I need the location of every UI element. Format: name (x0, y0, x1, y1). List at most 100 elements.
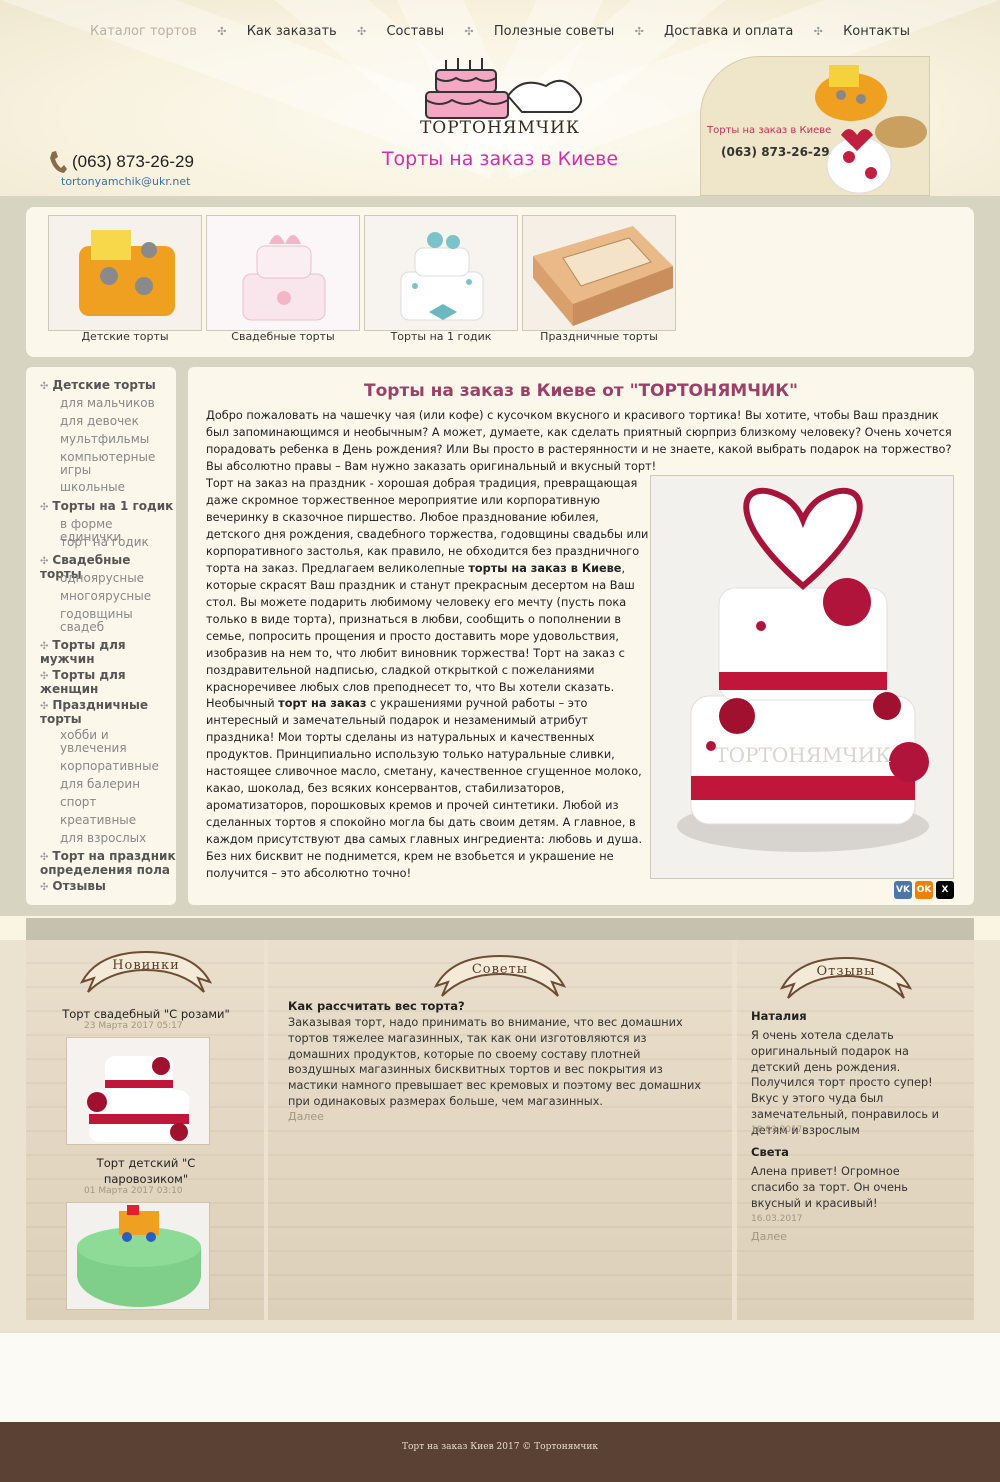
nav-catalog[interactable]: Каталог тортов (90, 24, 197, 39)
nav-how-to-order[interactable]: Как заказать (247, 24, 337, 39)
news-item-title[interactable]: Торт свадебный "С розами" (48, 1006, 244, 1022)
news-item-date: 23 Марта 2017 05:17 (84, 1021, 183, 1031)
news-item-title[interactable]: Торт детский "С паровозиком" (76, 1155, 216, 1187)
sidebar-subitem[interactable]: спорт (60, 796, 96, 809)
header-phone: (063) 873-26-29 (48, 150, 194, 174)
nav-tips[interactable]: Полезные советы (494, 24, 614, 39)
banner-phone: (063) 873-26-29 (721, 145, 830, 159)
category-thumbnails: Детские торты Свадебные торты Торты на 1… (26, 207, 974, 357)
first-birthday-cake-image (365, 216, 517, 330)
logo-text: ТОРТОНЯМЧИК (419, 118, 581, 138)
wedding-cake-image (207, 216, 359, 330)
sidebar: ✣ Детские торты для мальчиков для девочек… (26, 367, 176, 905)
watermark-text: ТОРТОНЯМЧИК (715, 743, 891, 767)
nav-ingredients[interactable]: Составы (386, 24, 444, 39)
paragraph-tradition: Торт на заказ на праздник - хорошая добр… (206, 477, 649, 694)
thumb-caption[interactable]: Праздничные торты (522, 330, 676, 343)
nav-separator-icon: ✣ (634, 24, 644, 38)
sidebar-subitem[interactable]: школьные (60, 481, 125, 494)
plus-icon: ✣ (40, 671, 49, 682)
thumb-caption[interactable]: Детские торты (48, 330, 202, 343)
sidebar-subitem[interactable]: креативные (60, 814, 136, 827)
site-tagline: Торты на заказ в Киеве (381, 148, 619, 170)
sidebar-subitem[interactable]: торт на годик (60, 536, 149, 549)
sidebar-item-womens-cakes[interactable]: ✣ Торты для женщин (40, 669, 160, 696)
sidebar-subitem[interactable]: для балерин (60, 778, 140, 791)
sidebar-subitem[interactable]: многоярусные (60, 590, 151, 603)
thumb-caption[interactable]: Свадебные торты (206, 330, 360, 343)
nav-separator-icon: ✣ (464, 24, 474, 38)
sidebar-subitem[interactable]: одноярусные (60, 572, 144, 585)
reviews-more-link[interactable]: Далее (751, 1230, 787, 1243)
sidebar-subitem[interactable]: годовщины свадеб (60, 608, 160, 634)
review-author: Света (751, 1145, 789, 1159)
ribbon-title: Отзывы (816, 964, 876, 979)
thumb-kids-cakes[interactable] (48, 215, 202, 331)
sidebar-item-first-birthday[interactable]: ✣ Торты на 1 годик (40, 500, 173, 514)
footer: Торт на заказ Киев 2017 © Тортонямчик (0, 1422, 1000, 1482)
rose-cake-image (67, 1038, 209, 1144)
plus-icon: ✣ (40, 882, 49, 893)
tip-question[interactable]: Как рассчитать вес торта? (288, 999, 465, 1013)
sidebar-subitem[interactable]: компьютерные игры (60, 451, 168, 477)
sidebar-item-mens-cakes[interactable]: ✣ Торты для мужчин (40, 639, 160, 666)
wedding-cake-photo: ТОРТОНЯМЧИК (651, 476, 953, 878)
intro-paragraph: Добро пожаловать на чашечку чая (или коф… (206, 409, 952, 473)
sidebar-item-reviews[interactable]: ✣ Отзывы (40, 880, 106, 894)
sidebar-subitem[interactable]: хобби и увлечения (60, 729, 160, 755)
banner-title: Торты на заказ в Киеве (707, 125, 832, 136)
header-banner[interactable]: Торты на заказ в Киеве (063) 873-26-29 (700, 56, 930, 196)
review-text: Я очень хотела сделать оригинальный пода… (751, 1029, 939, 1137)
share-vk-button[interactable]: VK (894, 881, 912, 899)
tips-ribbon: Советы (432, 948, 568, 1004)
sidebar-item-holiday-cakes[interactable]: ✣ Праздничные торты (40, 699, 160, 726)
divider-strip (26, 918, 974, 940)
train-cake-image (67, 1203, 209, 1309)
nav-separator-icon: ✣ (813, 24, 823, 38)
paragraph-natural: Необычный торт на заказ с украшениями ру… (206, 697, 643, 880)
top-nav: Каталог тортов ✣ Как заказать ✣ Составы … (90, 20, 910, 42)
nav-delivery[interactable]: Доставка и оплата (664, 24, 793, 39)
thumb-caption[interactable]: Торты на 1 годик (364, 330, 518, 343)
plus-icon: ✣ (40, 502, 49, 513)
review-author: Наталия (751, 1009, 807, 1023)
phone-number[interactable]: (063) 873-26-29 (72, 152, 194, 172)
sidebar-subitem[interactable]: для мальчиков (60, 397, 155, 410)
share-ok-button[interactable]: OK (915, 881, 933, 899)
sidebar-item-kids-cakes[interactable]: ✣ Детские торты (40, 379, 156, 393)
plus-icon: ✣ (40, 556, 49, 567)
plus-icon: ✣ (40, 701, 49, 712)
news-item-image[interactable] (66, 1202, 210, 1310)
tips-more-link[interactable]: Далее (288, 1110, 324, 1123)
keyword-custom-cake: торт на заказ (278, 697, 367, 710)
nav-contacts[interactable]: Контакты (843, 24, 910, 39)
kids-cake-image (49, 216, 201, 330)
share-x-button[interactable]: X (936, 881, 954, 899)
sidebar-subitem[interactable]: корпоративные (60, 760, 159, 773)
review-text: Алена привет! Огромное спасибо за торт. … (751, 1165, 908, 1210)
sidebar-subitem[interactable]: для взрослых (60, 832, 146, 845)
plus-icon: ✣ (40, 381, 49, 392)
tip-text: Заказывая торт, надо принимать во вниман… (288, 1016, 702, 1108)
plus-icon: ✣ (40, 641, 49, 652)
email-link[interactable]: tortonyamchik@ukr.net (61, 175, 190, 188)
footer-copyright: Торт на заказ Киев 2017 © Тортонямчик (402, 1442, 598, 1452)
ribbon-title: Новинки (112, 958, 180, 973)
sidebar-subitem[interactable]: мультфильмы (60, 433, 149, 446)
thumb-first-birthday-cakes[interactable] (364, 215, 518, 331)
reviews-ribbon: Отзывы (778, 950, 914, 1006)
thumb-wedding-cakes[interactable] (206, 215, 360, 331)
keyword-cakes-kyiv: торты на заказ в Киеве (468, 562, 622, 575)
plus-icon: ✣ (40, 852, 49, 863)
news-item-image[interactable] (66, 1037, 210, 1145)
sidebar-item-gender-reveal[interactable]: ✣ Торт на праздник определения пола (40, 850, 176, 877)
thumb-holiday-cakes[interactable] (522, 215, 676, 331)
review-date: 18.03.2017 (751, 1125, 803, 1135)
footer-spacer (0, 1332, 1000, 1422)
holiday-cake-image (523, 216, 675, 330)
sidebar-subitem[interactable]: для девочек (60, 415, 139, 428)
review-date: 16.03.2017 (751, 1214, 803, 1224)
news-item-date: 01 Марта 2017 03:10 (84, 1186, 183, 1196)
nav-separator-icon: ✣ (356, 24, 367, 38)
ribbon-title: Советы (471, 962, 529, 977)
